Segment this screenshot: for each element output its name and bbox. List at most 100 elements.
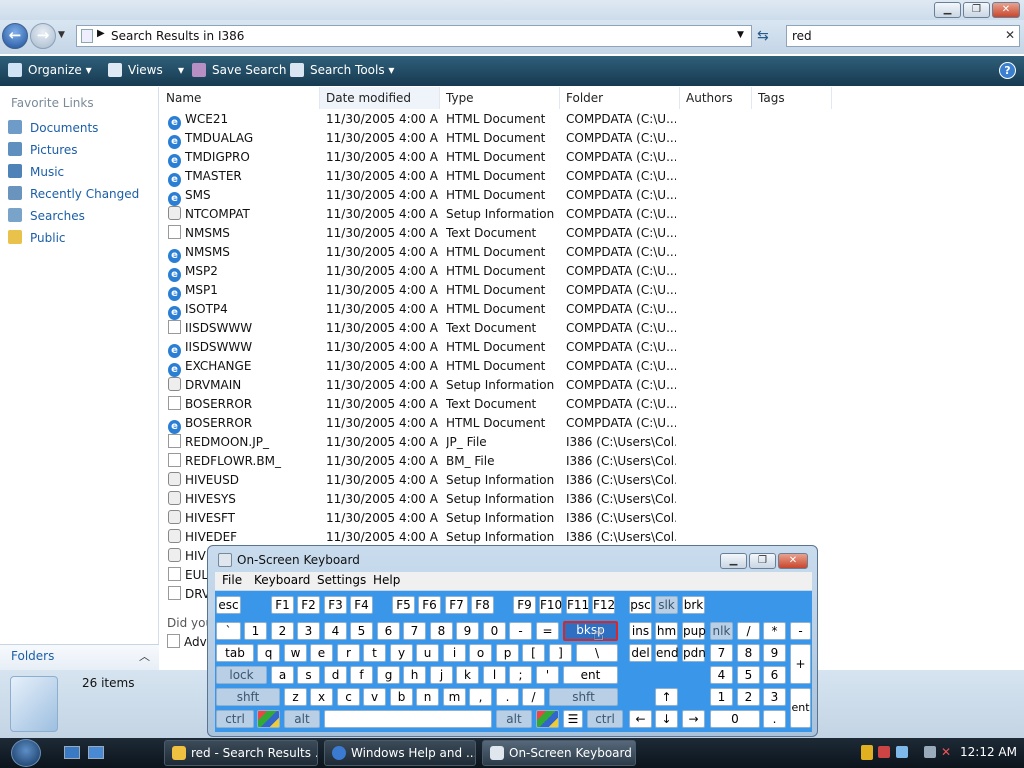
key-period[interactable]: . <box>496 688 519 706</box>
key-del[interactable]: del <box>629 644 652 662</box>
key-right-alt[interactable]: alt <box>496 710 532 728</box>
address-bar[interactable]: ▶ Search Results in I386 ▼ <box>76 25 752 47</box>
key-left-shift[interactable]: shft <box>216 688 280 706</box>
key-u[interactable]: u <box>416 644 439 662</box>
table-row[interactable]: e TMASTER 11/30/2005 4:00 AM HTML Document C… <box>160 167 1024 187</box>
osk-maximize-button[interactable]: ❐ <box>749 553 776 569</box>
key-f6[interactable]: F6 <box>418 596 441 614</box>
refresh-icon[interactable]: ⇆ <box>757 28 769 44</box>
column-header-folder[interactable]: Folder <box>560 87 680 109</box>
maximize-button[interactable]: ❐ <box>963 2 990 18</box>
address-dropdown-icon[interactable]: ▼ <box>737 30 744 40</box>
views-button[interactable]: Views ▾ <box>108 63 184 77</box>
table-row[interactable]: HIVESFT 11/30/2005 4:00 AM Setup Informati… <box>160 509 1024 528</box>
search-input[interactable]: red ✕ <box>786 25 1020 47</box>
key-left-alt[interactable]: alt <box>284 710 320 728</box>
key-psc[interactable]: psc <box>629 596 652 614</box>
sidebar-item-documents[interactable]: Documents <box>8 120 98 135</box>
key-f[interactable]: f <box>350 666 373 684</box>
key-tab[interactable]: tab <box>216 644 254 662</box>
table-row[interactable]: REDMOON.JP_ 11/30/2005 4:00 AM JP_ File I38… <box>160 433 1024 452</box>
search-tools-button[interactable]: Search Tools ▾ <box>290 63 394 77</box>
language-icon[interactable] <box>896 746 908 758</box>
key-6[interactable]: 6 <box>377 622 400 640</box>
key-9[interactable]: 9 <box>456 622 479 640</box>
key-num-0[interactable]: 0 <box>710 710 760 728</box>
key-enter[interactable]: ent <box>563 666 618 684</box>
key-f7[interactable]: F7 <box>445 596 468 614</box>
windows-logo-key-icon-right[interactable] <box>536 710 559 728</box>
table-row[interactable]: NMSMS 11/30/2005 4:00 AM Text Document COMP… <box>160 224 1024 243</box>
key-comma[interactable]: , <box>469 688 492 706</box>
key-nlk[interactable]: nlk <box>710 622 733 640</box>
menu-help[interactable]: Help <box>373 573 400 587</box>
key-num-decimal[interactable]: . <box>763 710 786 728</box>
key-left-bracket[interactable]: [ <box>522 644 545 662</box>
key-e[interactable]: e <box>310 644 333 662</box>
key-num-9[interactable]: 9 <box>763 644 786 662</box>
key-right-shift[interactable]: shft <box>549 688 618 706</box>
forward-button[interactable]: → <box>30 23 56 49</box>
key-f12[interactable]: F12 <box>592 596 615 614</box>
key-n[interactable]: n <box>416 688 439 706</box>
menu-key-icon[interactable]: ☰ <box>563 710 583 728</box>
task-windows-help[interactable]: Windows Help and ... <box>324 740 476 766</box>
key-f1[interactable]: F1 <box>271 596 294 614</box>
back-button[interactable]: ← <box>2 23 28 49</box>
key-num-8[interactable]: 8 <box>737 644 760 662</box>
key-right-bracket[interactable]: ] <box>549 644 572 662</box>
column-header-type[interactable]: Type <box>440 87 560 109</box>
key-num-3[interactable]: 3 <box>763 688 786 706</box>
key-7[interactable]: 7 <box>403 622 426 640</box>
table-row[interactable]: e WCE21 11/30/2005 4:00 AM HTML Document COM… <box>160 110 1024 130</box>
key-brk[interactable]: brk <box>682 596 705 614</box>
key-q[interactable]: q <box>257 644 280 662</box>
key-k[interactable]: k <box>456 666 479 684</box>
key-num-multiply[interactable]: * <box>763 622 786 640</box>
security-shield-icon[interactable] <box>861 745 873 760</box>
sidebar-item-pictures[interactable]: Pictures <box>8 142 78 157</box>
key-w[interactable]: w <box>284 644 307 662</box>
key-num-plus[interactable]: + <box>790 644 811 684</box>
table-row[interactable]: IISDSWWW 11/30/2005 4:00 AM Text Document C… <box>160 319 1024 338</box>
key-d[interactable]: d <box>324 666 347 684</box>
key-slk[interactable]: slk <box>655 596 678 614</box>
column-header-authors[interactable]: Authors <box>680 87 752 109</box>
table-row[interactable]: DRVMAIN 11/30/2005 4:00 AM Setup Informati… <box>160 376 1024 395</box>
key-arrow-left[interactable]: ← <box>629 710 652 728</box>
table-row[interactable]: REDFLOWR.BM_ 11/30/2005 4:00 AM BM_ File I3… <box>160 452 1024 471</box>
key-l[interactable]: l <box>483 666 506 684</box>
key-2[interactable]: 2 <box>271 622 294 640</box>
key-8[interactable]: 8 <box>430 622 453 640</box>
key-pdn[interactable]: pdn <box>682 644 706 662</box>
table-row[interactable]: HIVESYS 11/30/2005 4:00 AM Setup Informati… <box>160 490 1024 509</box>
show-desktop-icon[interactable] <box>64 746 80 759</box>
key-f10[interactable]: F10 <box>539 596 562 614</box>
key-h[interactable]: h <box>403 666 426 684</box>
key-num-5[interactable]: 5 <box>737 666 760 684</box>
task-search-results[interactable]: red - Search Results ... <box>164 740 318 766</box>
key-num-2[interactable]: 2 <box>737 688 760 706</box>
switch-windows-icon[interactable] <box>88 746 104 759</box>
folders-toggle[interactable]: Folders ︿ <box>0 644 159 670</box>
key-hm[interactable]: hm <box>655 622 678 640</box>
advanced-search-link[interactable]: Adv <box>167 634 207 649</box>
key-right-ctrl[interactable]: ctrl <box>587 710 623 728</box>
key-4[interactable]: 4 <box>324 622 347 640</box>
table-row[interactable]: e IISDSWWW 11/30/2005 4:00 AM HTML Document… <box>160 338 1024 358</box>
key-i[interactable]: i <box>443 644 466 662</box>
key-t[interactable]: t <box>363 644 386 662</box>
key-a[interactable]: a <box>271 666 294 684</box>
key-f3[interactable]: F3 <box>324 596 347 614</box>
menu-settings[interactable]: Settings <box>317 573 366 587</box>
clock[interactable]: 12:12 AM <box>960 745 1017 759</box>
column-header-date-modified[interactable]: Date modified <box>320 87 440 109</box>
key-y[interactable]: y <box>390 644 413 662</box>
table-row[interactable]: BOSERROR 11/30/2005 4:00 AM Text Document C… <box>160 395 1024 414</box>
key-v[interactable]: v <box>363 688 386 706</box>
key-j[interactable]: j <box>430 666 453 684</box>
menu-file[interactable]: File <box>222 573 242 587</box>
key-o[interactable]: o <box>469 644 492 662</box>
key-num-6[interactable]: 6 <box>763 666 786 684</box>
sidebar-item-public[interactable]: Public <box>8 230 66 245</box>
